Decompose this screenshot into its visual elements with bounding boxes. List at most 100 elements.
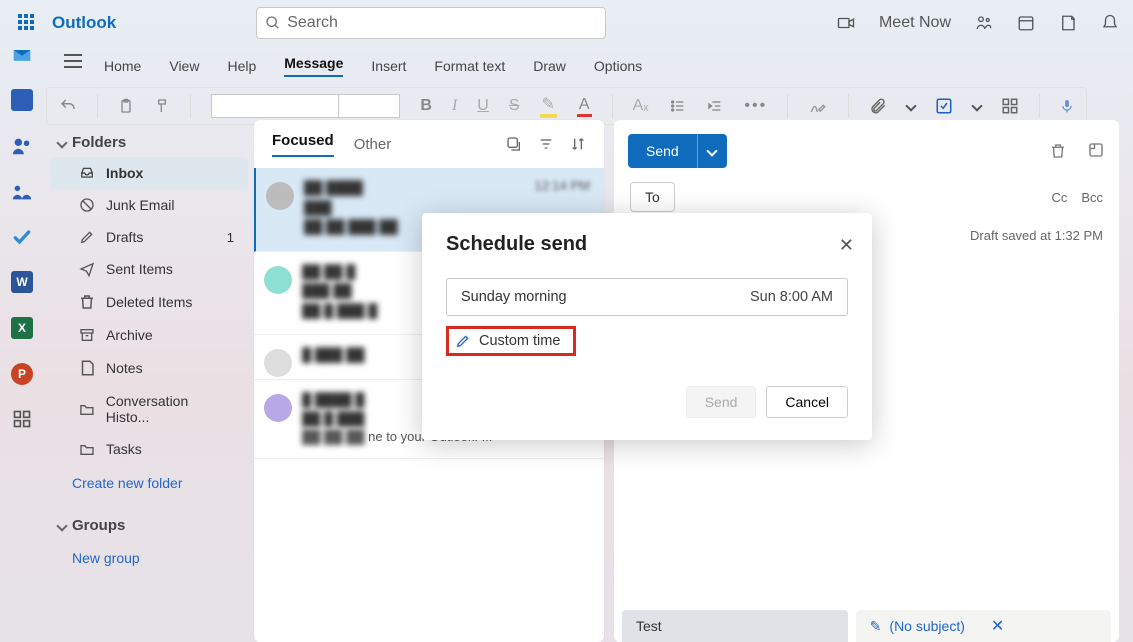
folder-label: Deleted Items — [106, 294, 192, 310]
edit-icon: ✎ — [870, 618, 882, 635]
schedule-send-dialog: Schedule send ✕ Sunday morning Sun 8:00 … — [422, 213, 872, 440]
folder-label: Archive — [106, 327, 153, 343]
tab-other[interactable]: Other — [354, 136, 392, 153]
close-tab-icon[interactable]: ✕ — [991, 616, 1004, 636]
send-dropdown[interactable] — [697, 134, 727, 168]
option-time: Sun 8:00 AM — [750, 289, 833, 305]
groups-app-icon[interactable] — [11, 181, 33, 203]
custom-time-button[interactable]: Custom time — [446, 326, 576, 356]
dialog-send-button[interactable]: Send — [686, 386, 757, 418]
undo-icon[interactable] — [59, 97, 77, 115]
folder-inbox[interactable]: Inbox — [50, 157, 248, 189]
format-painter-icon[interactable] — [154, 97, 170, 115]
teams-icon[interactable] — [975, 14, 993, 32]
select-all-icon[interactable] — [506, 136, 522, 152]
drafts-count: 1 — [227, 230, 234, 245]
meet-now-link[interactable]: Meet Now — [879, 14, 951, 32]
folder-junk[interactable]: Junk Email — [50, 189, 248, 221]
italic-icon[interactable]: I — [452, 97, 457, 115]
folder-conversation-history[interactable]: Conversation Histo... — [50, 385, 248, 433]
indent-icon[interactable] — [706, 98, 724, 114]
calendar-day-icon[interactable] — [1017, 14, 1035, 32]
folders-header[interactable]: Folders — [44, 128, 254, 157]
bold-icon[interactable]: B — [420, 97, 432, 115]
tab-help[interactable]: Help — [227, 58, 256, 74]
powerpoint-app-icon[interactable]: P — [11, 363, 33, 385]
tab-home[interactable]: Home — [104, 58, 141, 74]
mail-app-icon[interactable] — [10, 45, 34, 65]
font-color-icon[interactable]: A — [577, 96, 592, 117]
folder-deleted[interactable]: Deleted Items — [50, 285, 248, 319]
clipboard-icon[interactable] — [118, 97, 134, 115]
groups-header[interactable]: Groups — [44, 511, 254, 540]
send-button[interactable]: Send — [628, 134, 727, 168]
clear-format-icon[interactable]: Aₓ — [633, 97, 649, 115]
tab-label: (No subject) — [889, 618, 964, 634]
cc-link[interactable]: Cc — [1051, 190, 1067, 205]
new-group-link[interactable]: New group — [44, 540, 254, 576]
schedule-option-sunday[interactable]: Sunday morning Sun 8:00 AM — [446, 278, 848, 316]
dialog-cancel-button[interactable]: Cancel — [766, 386, 848, 418]
groups-header-label: Groups — [72, 517, 125, 534]
tab-label: Test — [636, 618, 662, 634]
discard-icon[interactable] — [1049, 141, 1067, 161]
tab-focused[interactable]: Focused — [272, 132, 334, 157]
more-apps-icon[interactable] — [12, 409, 32, 429]
close-icon[interactable]: ✕ — [839, 235, 854, 256]
tab-insert[interactable]: Insert — [371, 58, 406, 74]
folder-sent[interactable]: Sent Items — [50, 253, 248, 285]
more-formatting-icon[interactable]: ••• — [744, 97, 767, 115]
tab-view[interactable]: View — [169, 58, 199, 74]
filter-icon[interactable] — [538, 136, 554, 152]
calendar-app-icon[interactable] — [11, 89, 33, 111]
meet-camera-icon[interactable] — [837, 14, 855, 32]
sent-icon — [78, 261, 96, 277]
tab-options[interactable]: Options — [594, 58, 642, 74]
actions-icon[interactable] — [935, 97, 953, 115]
excel-app-icon[interactable]: X — [11, 317, 33, 339]
bell-icon[interactable] — [1101, 14, 1119, 32]
strike-icon[interactable]: S — [509, 97, 520, 115]
apps-icon[interactable] — [1001, 97, 1019, 115]
actions-dropdown-icon[interactable] — [971, 100, 982, 111]
tab-format-text[interactable]: Format text — [434, 58, 505, 74]
folder-drafts[interactable]: Drafts 1 — [50, 221, 248, 253]
folder-label: Drafts — [106, 229, 143, 245]
notes-icon[interactable] — [1059, 14, 1077, 32]
folders-header-label: Folders — [72, 134, 126, 151]
compose-tab-nosubject[interactable]: ✎ (No subject) ✕ — [856, 610, 1111, 642]
search-input[interactable]: Search — [256, 7, 606, 39]
folder-notes[interactable]: Notes — [50, 351, 248, 385]
junk-icon — [78, 197, 96, 213]
signature-icon[interactable] — [808, 97, 828, 115]
bcc-link[interactable]: Bcc — [1081, 190, 1103, 205]
tab-draw[interactable]: Draw — [533, 58, 566, 74]
mic-icon[interactable] — [1060, 96, 1074, 116]
folder-label: Notes — [106, 360, 143, 376]
folder-archive[interactable]: Archive — [50, 319, 248, 351]
attach-icon[interactable] — [869, 97, 887, 115]
folder-label: Tasks — [106, 441, 142, 457]
folder-icon — [78, 441, 96, 457]
word-app-icon[interactable]: W — [11, 271, 33, 293]
highlight-icon[interactable]: ✎ — [540, 94, 557, 118]
app-launcher-icon[interactable] — [18, 14, 36, 32]
hamburger-icon[interactable] — [64, 54, 82, 68]
compose-tab-test[interactable]: Test — [622, 610, 848, 642]
create-folder-link[interactable]: Create new folder — [44, 465, 254, 501]
bullets-icon[interactable] — [669, 98, 687, 114]
send-label: Send — [628, 134, 697, 168]
tab-message[interactable]: Message — [284, 55, 343, 77]
people-app-icon[interactable] — [11, 135, 33, 157]
to-button[interactable]: To — [630, 182, 675, 212]
popout-icon[interactable] — [1087, 141, 1105, 159]
folder-tasks[interactable]: Tasks — [50, 433, 248, 465]
sort-icon[interactable] — [570, 136, 586, 152]
underline-icon[interactable]: U — [477, 97, 489, 115]
search-placeholder: Search — [287, 14, 338, 32]
custom-time-label: Custom time — [479, 333, 560, 349]
attach-dropdown-icon[interactable] — [905, 100, 916, 111]
todo-app-icon[interactable] — [10, 227, 34, 247]
app-rail: W X P — [0, 45, 44, 642]
font-selector[interactable] — [211, 94, 401, 118]
